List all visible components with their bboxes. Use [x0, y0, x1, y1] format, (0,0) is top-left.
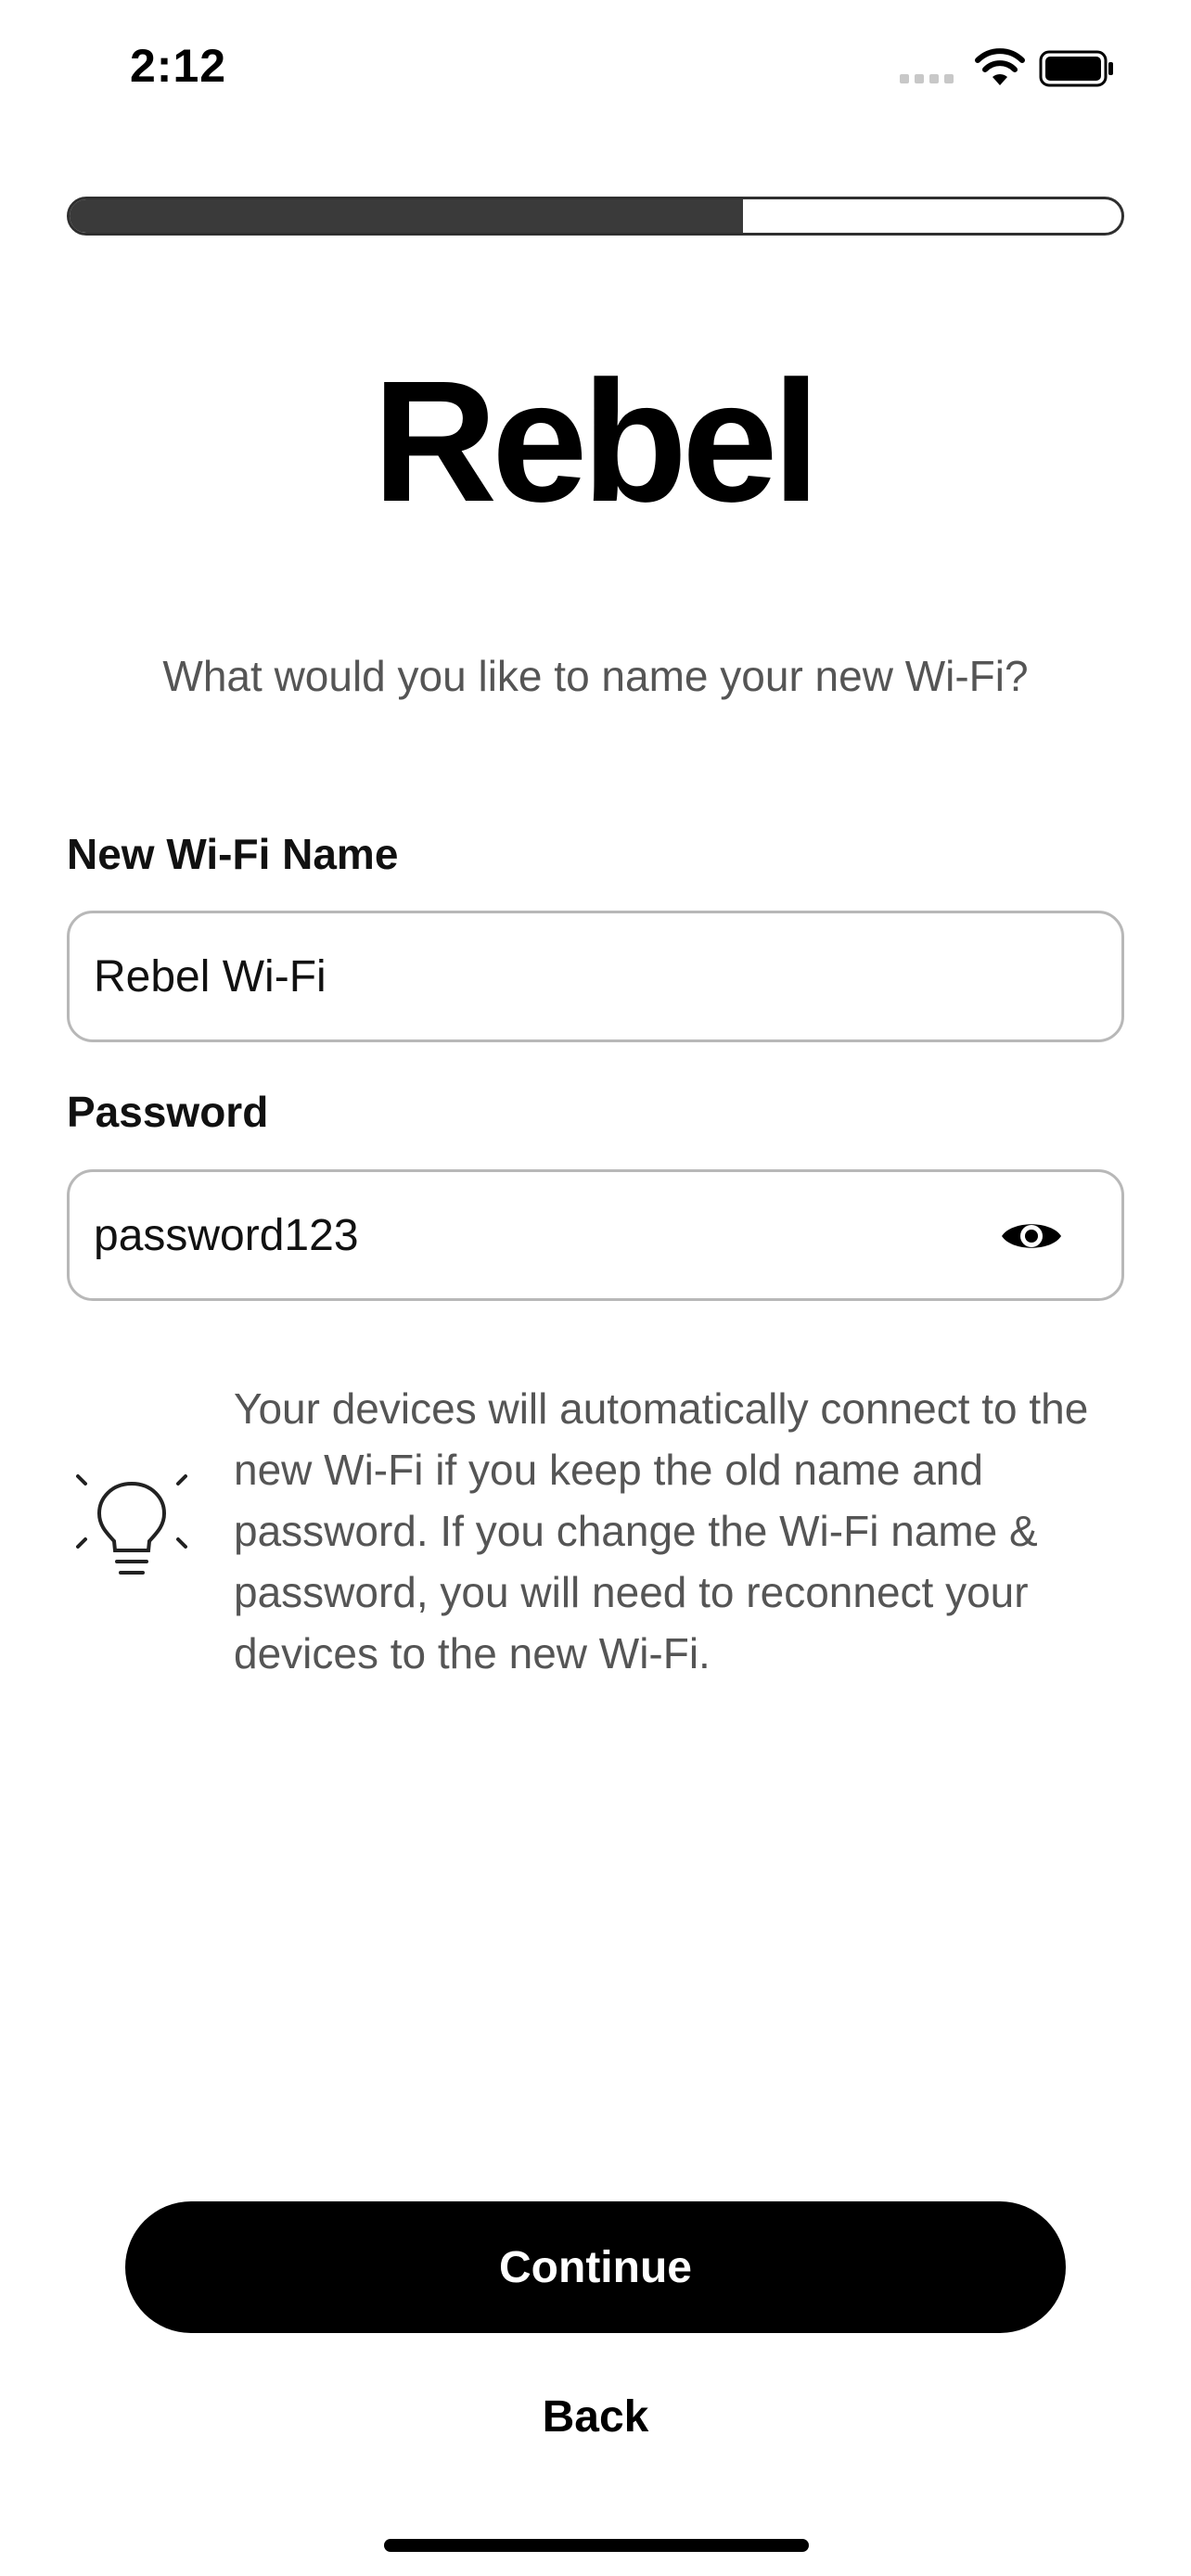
rebel-logo: Rebel — [373, 371, 821, 510]
info-tip-text: Your devices will automatically connect … — [234, 1384, 1089, 1677]
wifi-name-label: New Wi-Fi Name — [67, 830, 399, 878]
password-field-box — [67, 1169, 1124, 1301]
status-bar: 2:12 — [0, 0, 1191, 139]
wifi-name-input[interactable] — [94, 913, 984, 1039]
back-button[interactable]: Back — [410, 2379, 781, 2454]
signal-icon — [900, 74, 955, 85]
page-subtitle: What would you like to name your new Wi-… — [162, 652, 1029, 700]
home-indicator — [384, 2539, 809, 2552]
continue-button[interactable]: Continue — [125, 2201, 1066, 2333]
password-label: Password — [67, 1088, 269, 1136]
battery-icon — [1039, 50, 1113, 87]
lightbulb-icon — [76, 1474, 187, 1575]
eye-icon[interactable] — [999, 1215, 1064, 1257]
password-input[interactable] — [94, 1172, 984, 1298]
progress-bar-fill — [70, 199, 743, 233]
wifi-icon — [975, 48, 1025, 85]
svg-text:Rebel: Rebel — [373, 371, 815, 510]
status-time: 2:12 — [130, 40, 227, 92]
wifi-name-field-box — [67, 911, 1124, 1042]
onboarding-progress-bar — [67, 197, 1124, 236]
